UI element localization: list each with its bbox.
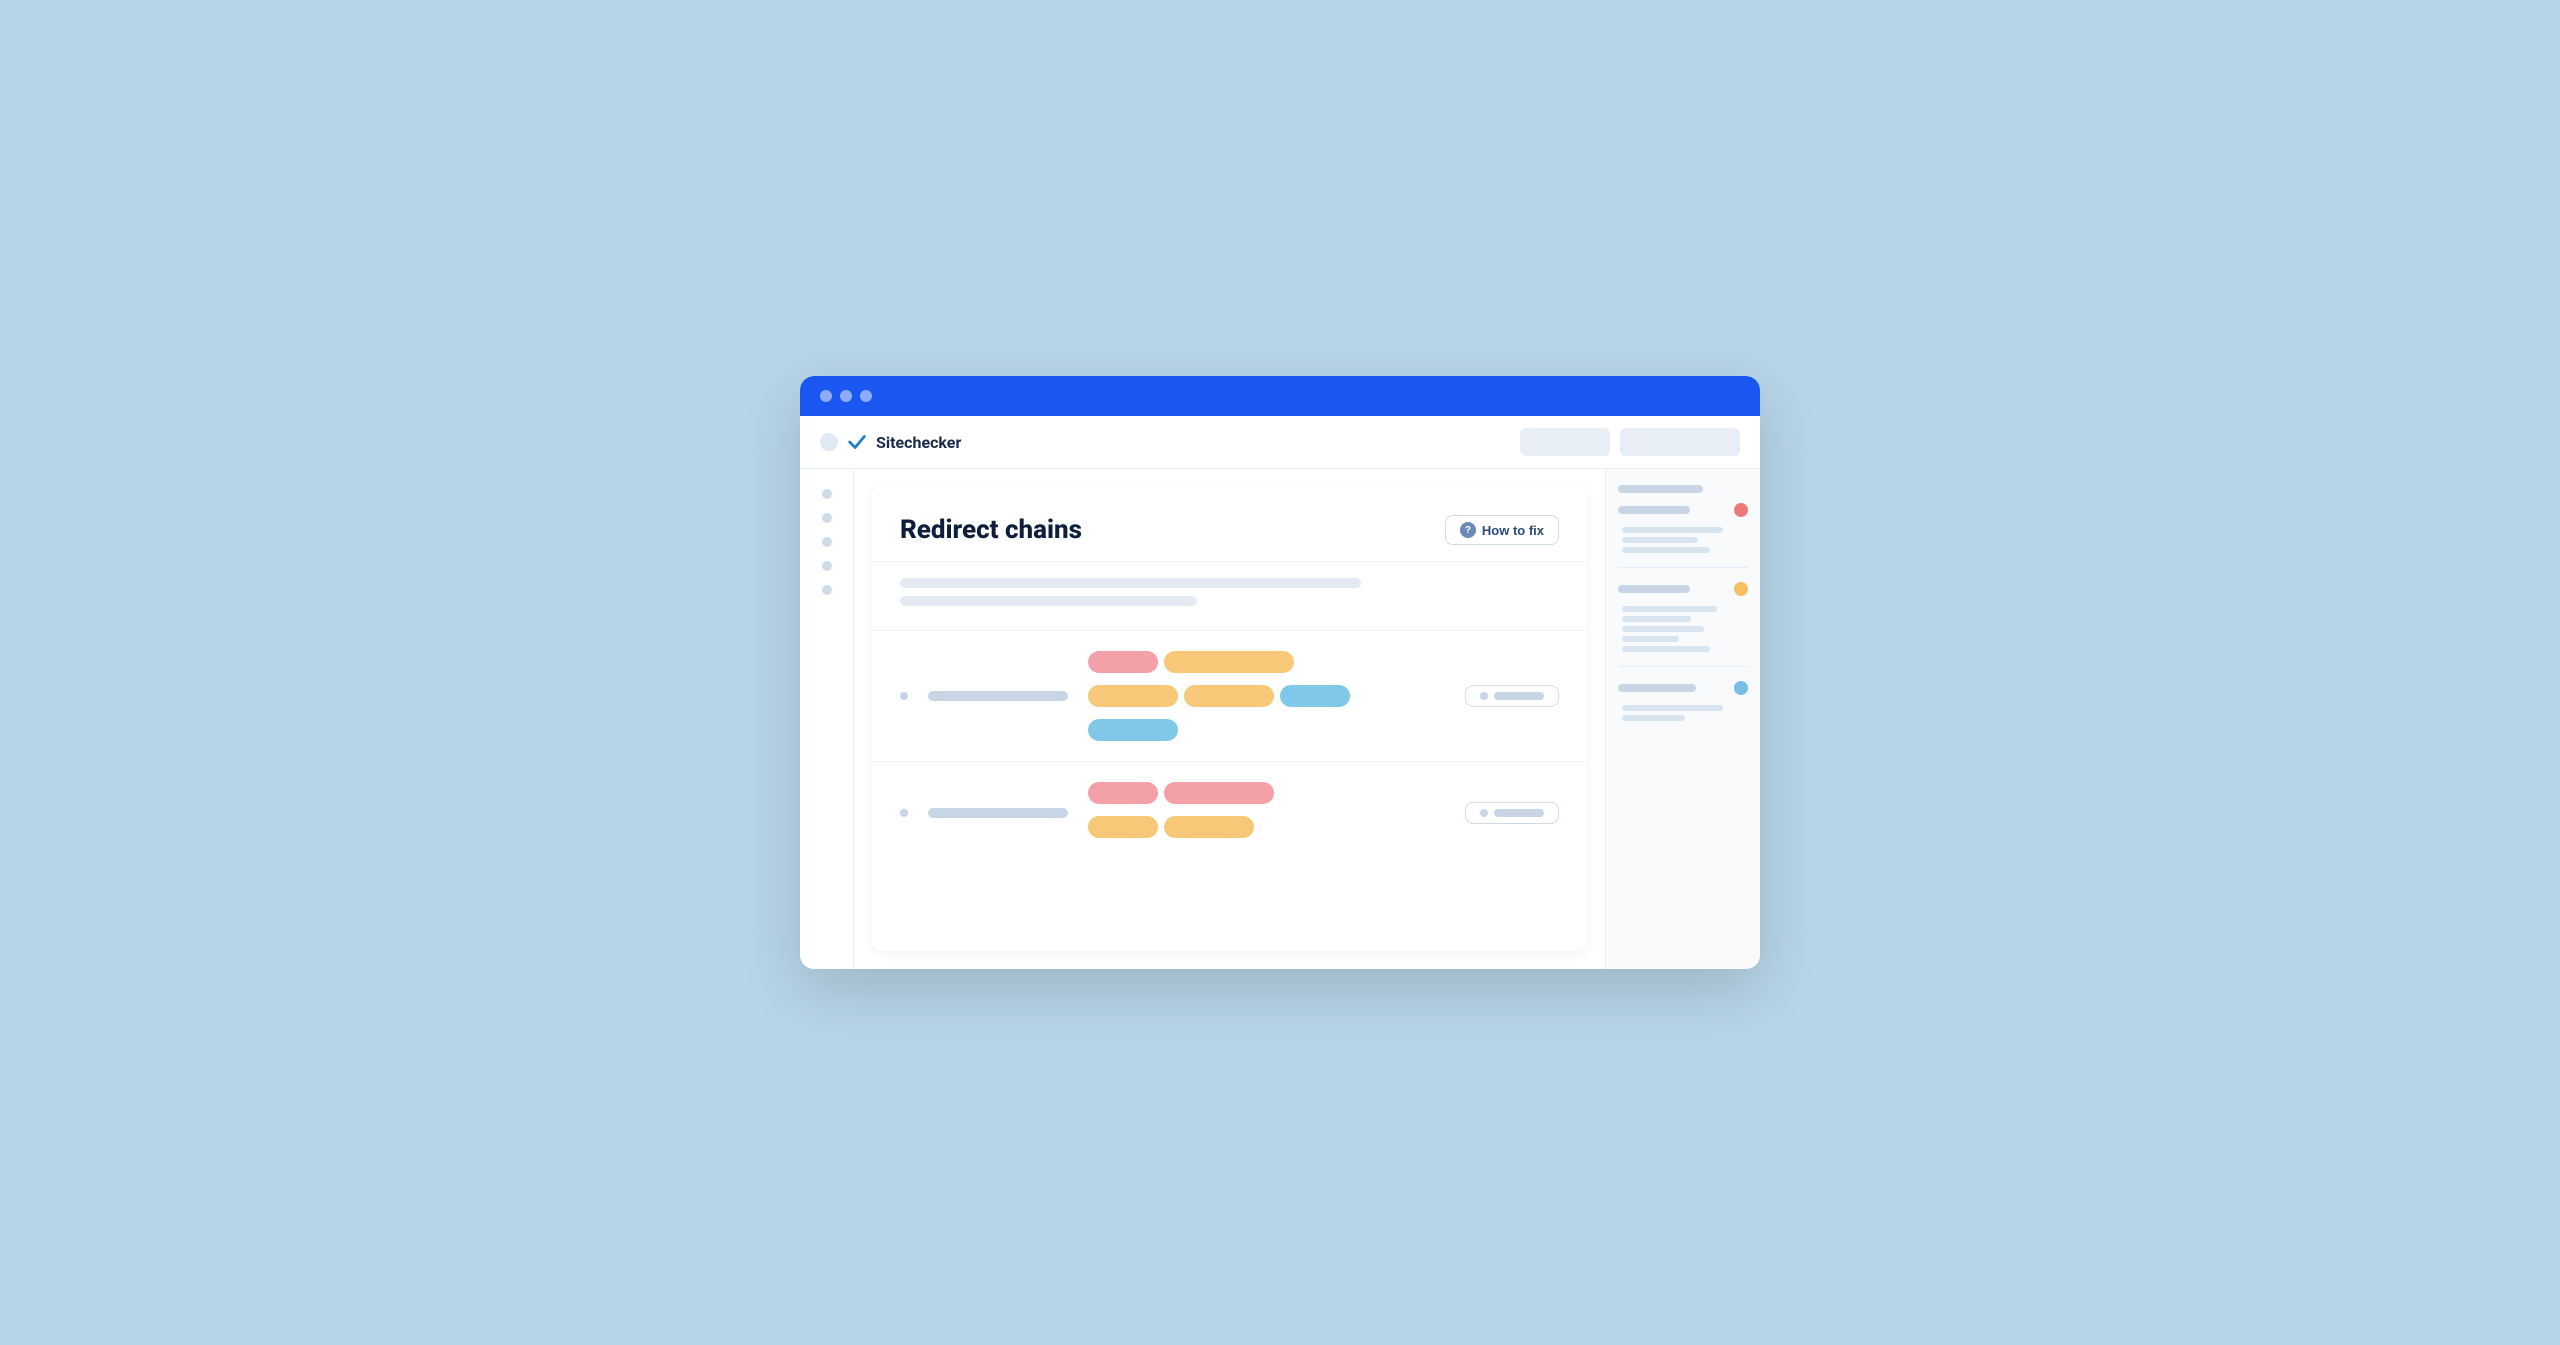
sidebar-dot-2 — [822, 513, 832, 523]
nav-button-1[interactable] — [1520, 428, 1610, 456]
right-row-1 — [1618, 485, 1748, 493]
row-action-button-2[interactable] — [1465, 802, 1559, 824]
row-bullet-1 — [900, 692, 908, 700]
chips-group-1 — [1088, 651, 1445, 741]
chips-group-2 — [1088, 782, 1445, 844]
section-divider-1 — [1618, 567, 1748, 568]
action-btn-dot-2 — [1480, 809, 1488, 817]
chip-orange-sm — [1088, 816, 1158, 838]
chips-row-2-2 — [1088, 816, 1445, 838]
right-small-bar-9 — [1622, 705, 1723, 711]
right-row-3 — [1618, 582, 1748, 596]
sidebar-dot-3 — [822, 537, 832, 547]
traffic-light-3 — [860, 390, 872, 402]
browser-window: Sitechecker Redirect chains ? — [800, 376, 1760, 969]
chips-row-2-1 — [1088, 782, 1445, 804]
help-icon: ? — [1460, 522, 1476, 538]
right-dot-orange — [1734, 582, 1748, 596]
row-bullet-2 — [900, 809, 908, 817]
chips-row-1-3 — [1088, 719, 1445, 741]
right-small-bar-1 — [1622, 527, 1723, 533]
right-dot-red — [1734, 503, 1748, 517]
section-divider-2 — [1618, 666, 1748, 667]
how-to-fix-label: How to fix — [1482, 523, 1544, 538]
main-layout: Redirect chains ? How to fix — [800, 469, 1760, 969]
right-bar-1 — [1618, 485, 1703, 493]
chip-pink-sm — [1088, 651, 1158, 673]
sidebar-dot-5 — [822, 585, 832, 595]
right-small-bar-4 — [1622, 606, 1717, 612]
chip-pink-sm-2 — [1088, 782, 1158, 804]
table-row — [872, 630, 1587, 761]
description-lines — [872, 562, 1587, 630]
logo-text: Sitechecker — [876, 433, 961, 452]
logo-area: Sitechecker — [820, 431, 961, 453]
chip-orange-md-3 — [1164, 816, 1254, 838]
chip-blue-sm — [1280, 685, 1350, 707]
desc-line-1 — [900, 578, 1361, 588]
action-btn-bar-2 — [1494, 809, 1544, 817]
right-dot-blue — [1734, 681, 1748, 695]
sidebar — [800, 469, 854, 969]
action-btn-bar-1 — [1494, 692, 1544, 700]
right-small-bar-7 — [1622, 636, 1679, 642]
nav-buttons — [1520, 428, 1740, 456]
right-bar-3 — [1618, 585, 1690, 593]
nav-button-2[interactable] — [1620, 428, 1740, 456]
right-row-2 — [1618, 503, 1748, 517]
chip-orange-md-1 — [1088, 685, 1178, 707]
right-small-bar-8 — [1622, 646, 1710, 652]
right-small-bars-3 — [1618, 705, 1748, 721]
right-row-4 — [1618, 681, 1748, 695]
row-action-button-1[interactable] — [1465, 685, 1559, 707]
right-small-bars-2 — [1618, 606, 1748, 652]
chip-pink-lg — [1164, 782, 1274, 804]
desc-line-2 — [900, 596, 1197, 606]
sitechecker-logo-icon — [846, 431, 868, 453]
main-panel: Redirect chains ? How to fix — [872, 487, 1587, 951]
chip-orange-xl — [1164, 651, 1294, 673]
right-small-bar-5 — [1622, 616, 1691, 622]
chips-row-1-2 — [1088, 685, 1445, 707]
traffic-light-2 — [840, 390, 852, 402]
how-to-fix-button[interactable]: ? How to fix — [1445, 515, 1559, 545]
action-btn-dot-1 — [1480, 692, 1488, 700]
right-small-bar-2 — [1622, 537, 1698, 543]
table-row — [872, 761, 1587, 864]
table-container — [872, 630, 1587, 864]
right-small-bars-1 — [1618, 527, 1748, 553]
chip-blue-md — [1088, 719, 1178, 741]
sidebar-dot-4 — [822, 561, 832, 571]
row-url-bar-2 — [928, 808, 1068, 818]
chips-row-1-1 — [1088, 651, 1445, 673]
right-small-bar-6 — [1622, 626, 1704, 632]
right-bar-4 — [1618, 684, 1696, 692]
right-small-bar-3 — [1622, 547, 1710, 553]
right-small-bar-10 — [1622, 715, 1685, 721]
browser-titlebar — [800, 376, 1760, 416]
panel-title: Redirect chains — [900, 515, 1082, 545]
sidebar-dot-1 — [822, 489, 832, 499]
browser-navbar: Sitechecker — [800, 416, 1760, 469]
nav-circle — [820, 433, 838, 451]
traffic-light-1 — [820, 390, 832, 402]
right-bar-2 — [1618, 506, 1690, 514]
row-url-bar-1 — [928, 691, 1068, 701]
content-area: Redirect chains ? How to fix — [854, 469, 1760, 969]
chip-orange-md-2 — [1184, 685, 1274, 707]
panel-header: Redirect chains ? How to fix — [872, 487, 1587, 562]
right-panel — [1605, 469, 1760, 969]
